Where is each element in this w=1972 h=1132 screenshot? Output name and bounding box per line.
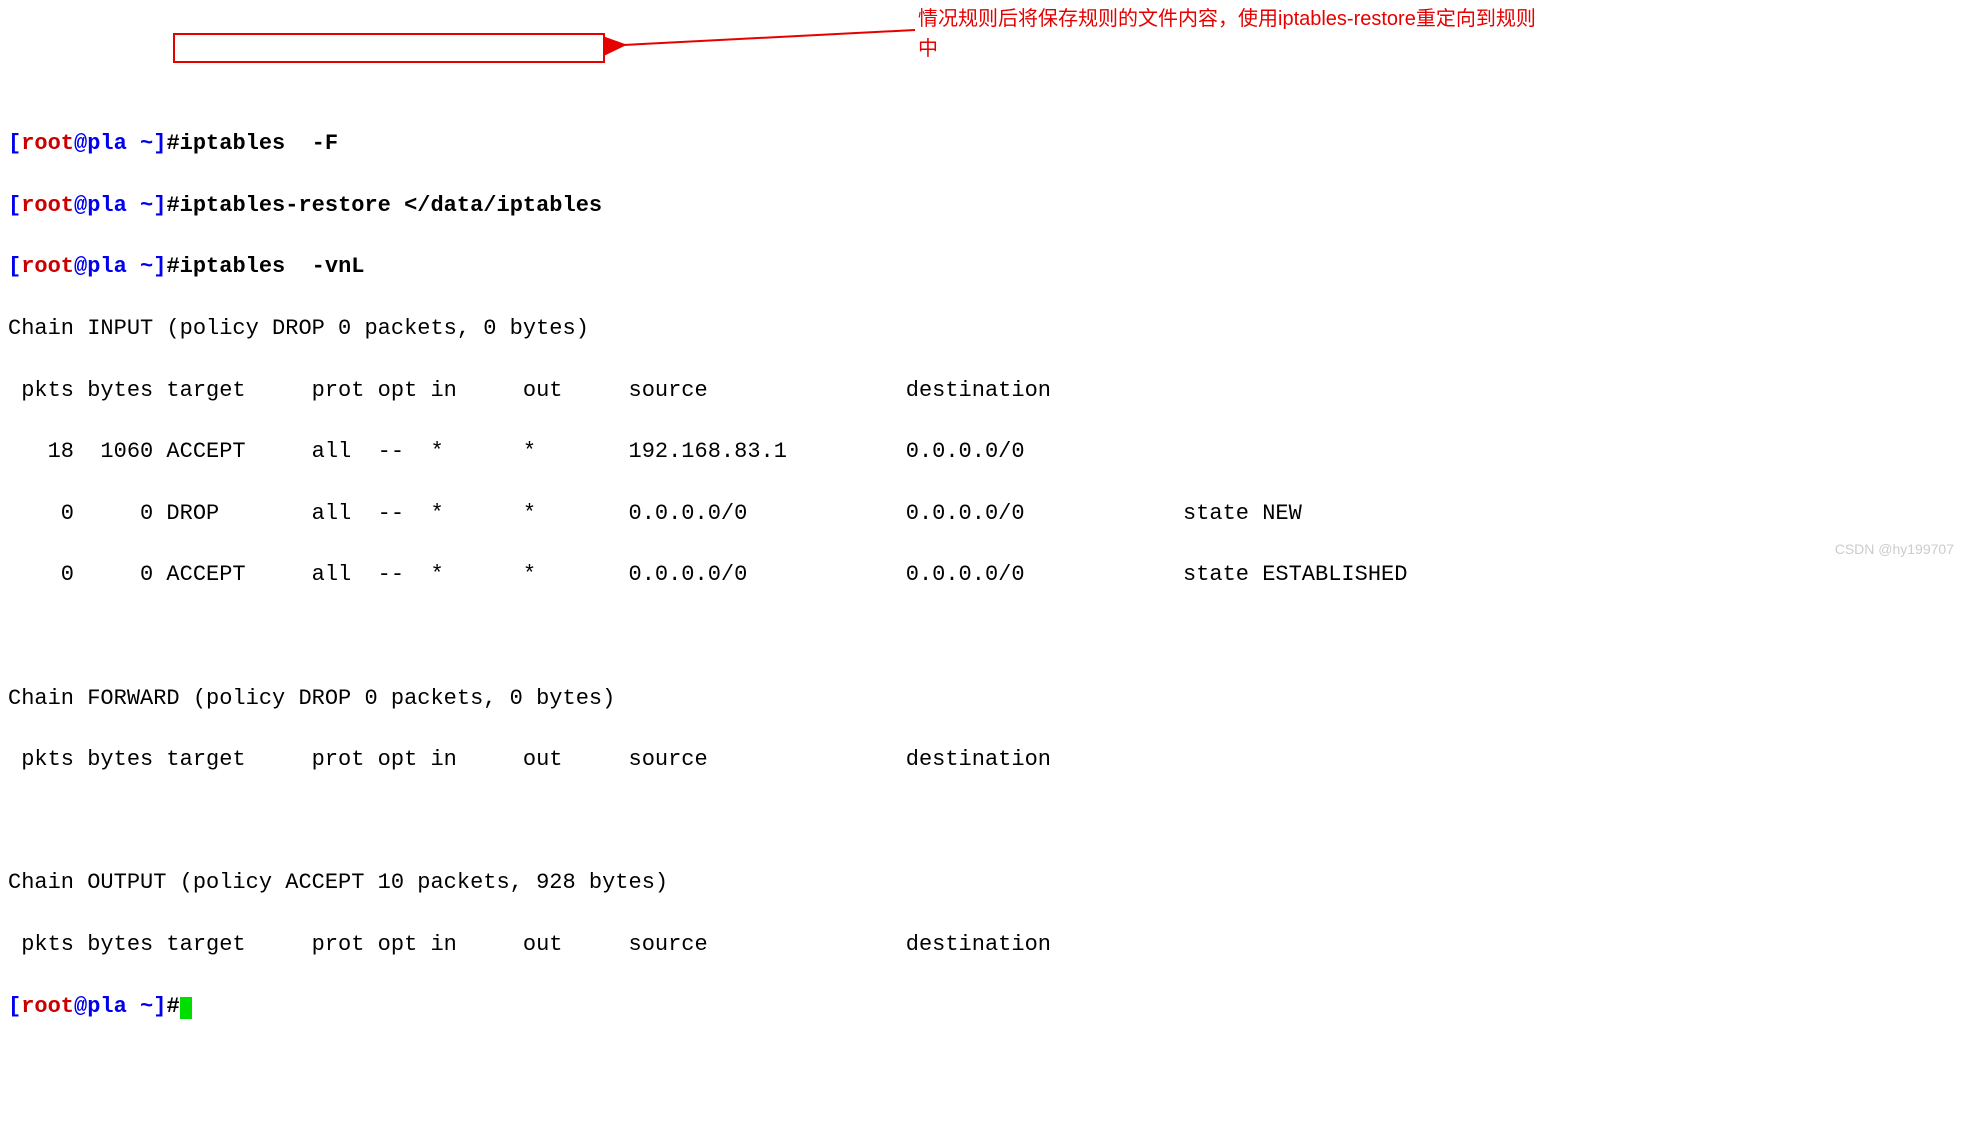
arrow-icon (605, 20, 925, 60)
rule-row-3: 0 0 ACCEPT all -- * * 0.0.0.0/0 0.0.0.0/… (8, 560, 1964, 591)
column-header-3: pkts bytes target prot opt in out source… (8, 930, 1964, 961)
watermark: CSDN @hy199707 (1835, 540, 1954, 560)
chain-input-header: Chain INPUT (policy DROP 0 packets, 0 by… (8, 314, 1964, 345)
column-header: pkts bytes target prot opt in out source… (8, 376, 1964, 407)
annotation-text: 情况规则后将保存规则的文件内容，使用iptables-restore重定向到规则… (918, 4, 1538, 64)
prompt-line-3: [root@pla ~]#iptables -vnL (8, 252, 1964, 283)
chain-forward-header: Chain FORWARD (policy DROP 0 packets, 0 … (8, 684, 1964, 715)
highlight-box (173, 33, 605, 63)
rule-row-1: 18 1060 ACCEPT all -- * * 192.168.83.1 0… (8, 437, 1964, 468)
column-header-2: pkts bytes target prot opt in out source… (8, 745, 1964, 776)
prompt-line-final: [root@pla ~]# (8, 992, 1964, 1023)
blank-line-2 (8, 807, 1964, 838)
command-1[interactable]: iptables -F (180, 131, 338, 156)
cursor-icon[interactable] (180, 997, 192, 1019)
rule-row-2: 0 0 DROP all -- * * 0.0.0.0/0 0.0.0.0/0 … (8, 499, 1964, 530)
command-2[interactable]: iptables-restore </data/iptables (180, 193, 602, 218)
chain-output-header: Chain OUTPUT (policy ACCEPT 10 packets, … (8, 868, 1964, 899)
prompt-line-1: [root@pla ~]#iptables -F (8, 129, 1964, 160)
command-3[interactable]: iptables -vnL (180, 254, 365, 279)
prompt-line-2: [root@pla ~]#iptables-restore </data/ipt… (8, 191, 1964, 222)
blank-line (8, 622, 1964, 653)
